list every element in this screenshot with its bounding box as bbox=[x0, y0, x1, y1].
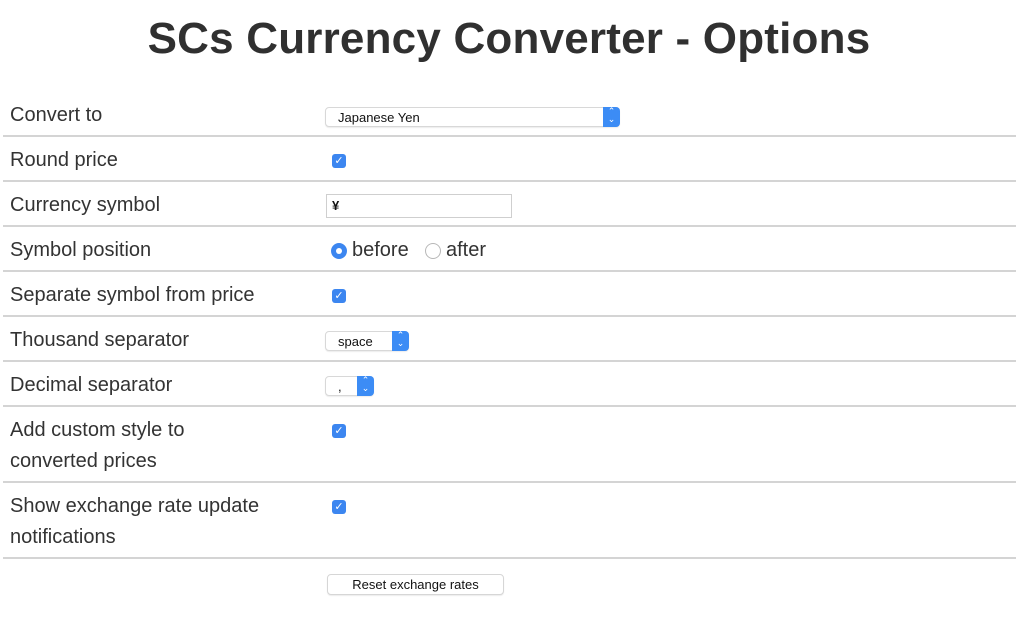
row-currency-symbol: Currency symbol ¥ bbox=[3, 182, 1016, 227]
round-price-label: Round price bbox=[10, 149, 118, 171]
row-notifications: Show exchange rate update notifications … bbox=[3, 483, 1016, 559]
currency-symbol-label: Currency symbol bbox=[10, 194, 161, 216]
thousand-separator-select[interactable]: space ⌃ ⌄ bbox=[325, 331, 409, 351]
select-stepper-icon: ⌃ ⌄ bbox=[392, 331, 409, 351]
convert-to-select[interactable]: Japanese Yen ⌃ ⌄ bbox=[325, 107, 620, 127]
symbol-position-before-label[interactable]: before bbox=[352, 238, 409, 262]
thousand-separator-value: space bbox=[338, 334, 373, 349]
symbol-position-after-radio[interactable] bbox=[425, 243, 441, 259]
checkmark-icon: ✓ bbox=[334, 290, 344, 302]
custom-style-label-line2: converted prices bbox=[10, 450, 157, 472]
thousand-separator-label: Thousand separator bbox=[10, 329, 190, 351]
symbol-position-before-radio[interactable] bbox=[331, 243, 347, 259]
page-title: SCs Currency Converter - Options bbox=[147, 14, 871, 63]
checkmark-icon: ✓ bbox=[334, 501, 344, 513]
symbol-position-after-label[interactable]: after bbox=[446, 238, 486, 262]
select-stepper-icon: ⌃ ⌄ bbox=[357, 376, 374, 396]
row-convert-to: Convert to Japanese Yen ⌃ ⌄ bbox=[3, 92, 1016, 137]
notifications-label: Show exchange rate update notifications bbox=[10, 491, 259, 553]
symbol-position-label: Symbol position bbox=[10, 239, 152, 261]
convert-to-label: Convert to bbox=[10, 104, 103, 126]
custom-style-checkbox[interactable]: ✓ bbox=[332, 424, 346, 438]
convert-to-value: Japanese Yen bbox=[338, 110, 420, 125]
custom-style-label: Add custom style to converted prices bbox=[10, 415, 185, 477]
row-round-price: Round price ✓ bbox=[3, 137, 1016, 182]
checkmark-icon: ✓ bbox=[334, 155, 344, 167]
separate-symbol-label: Separate symbol from price bbox=[10, 284, 255, 306]
notifications-label-line2: notifications bbox=[10, 526, 116, 548]
currency-symbol-input[interactable]: ¥ bbox=[326, 194, 512, 218]
row-symbol-position: Symbol position before after bbox=[3, 227, 1016, 272]
round-price-checkbox[interactable]: ✓ bbox=[332, 154, 346, 168]
row-custom-style: Add custom style to converted prices ✓ bbox=[3, 407, 1016, 483]
row-thousand-separator: Thousand separator space ⌃ ⌄ bbox=[3, 317, 1016, 362]
currency-symbol-value: ¥ bbox=[332, 198, 340, 213]
notifications-label-line1: Show exchange rate update bbox=[10, 495, 260, 517]
select-stepper-icon: ⌃ ⌄ bbox=[603, 107, 620, 127]
row-separate-symbol: Separate symbol from price ✓ bbox=[3, 272, 1016, 317]
separate-symbol-checkbox[interactable]: ✓ bbox=[332, 289, 346, 303]
checkmark-icon: ✓ bbox=[334, 425, 344, 437]
custom-style-label-line1: Add custom style to bbox=[10, 419, 185, 441]
notifications-checkbox[interactable]: ✓ bbox=[332, 500, 346, 514]
decimal-separator-label: Decimal separator bbox=[10, 374, 173, 396]
decimal-separator-select[interactable]: , ⌃ ⌄ bbox=[325, 376, 374, 396]
decimal-separator-value: , bbox=[338, 379, 342, 394]
reset-exchange-rates-button[interactable]: Reset exchange rates bbox=[327, 574, 504, 595]
row-decimal-separator: Decimal separator , ⌃ ⌄ bbox=[3, 362, 1016, 407]
options-table: Convert to Japanese Yen ⌃ ⌄ Round price ✓… bbox=[3, 92, 1016, 559]
